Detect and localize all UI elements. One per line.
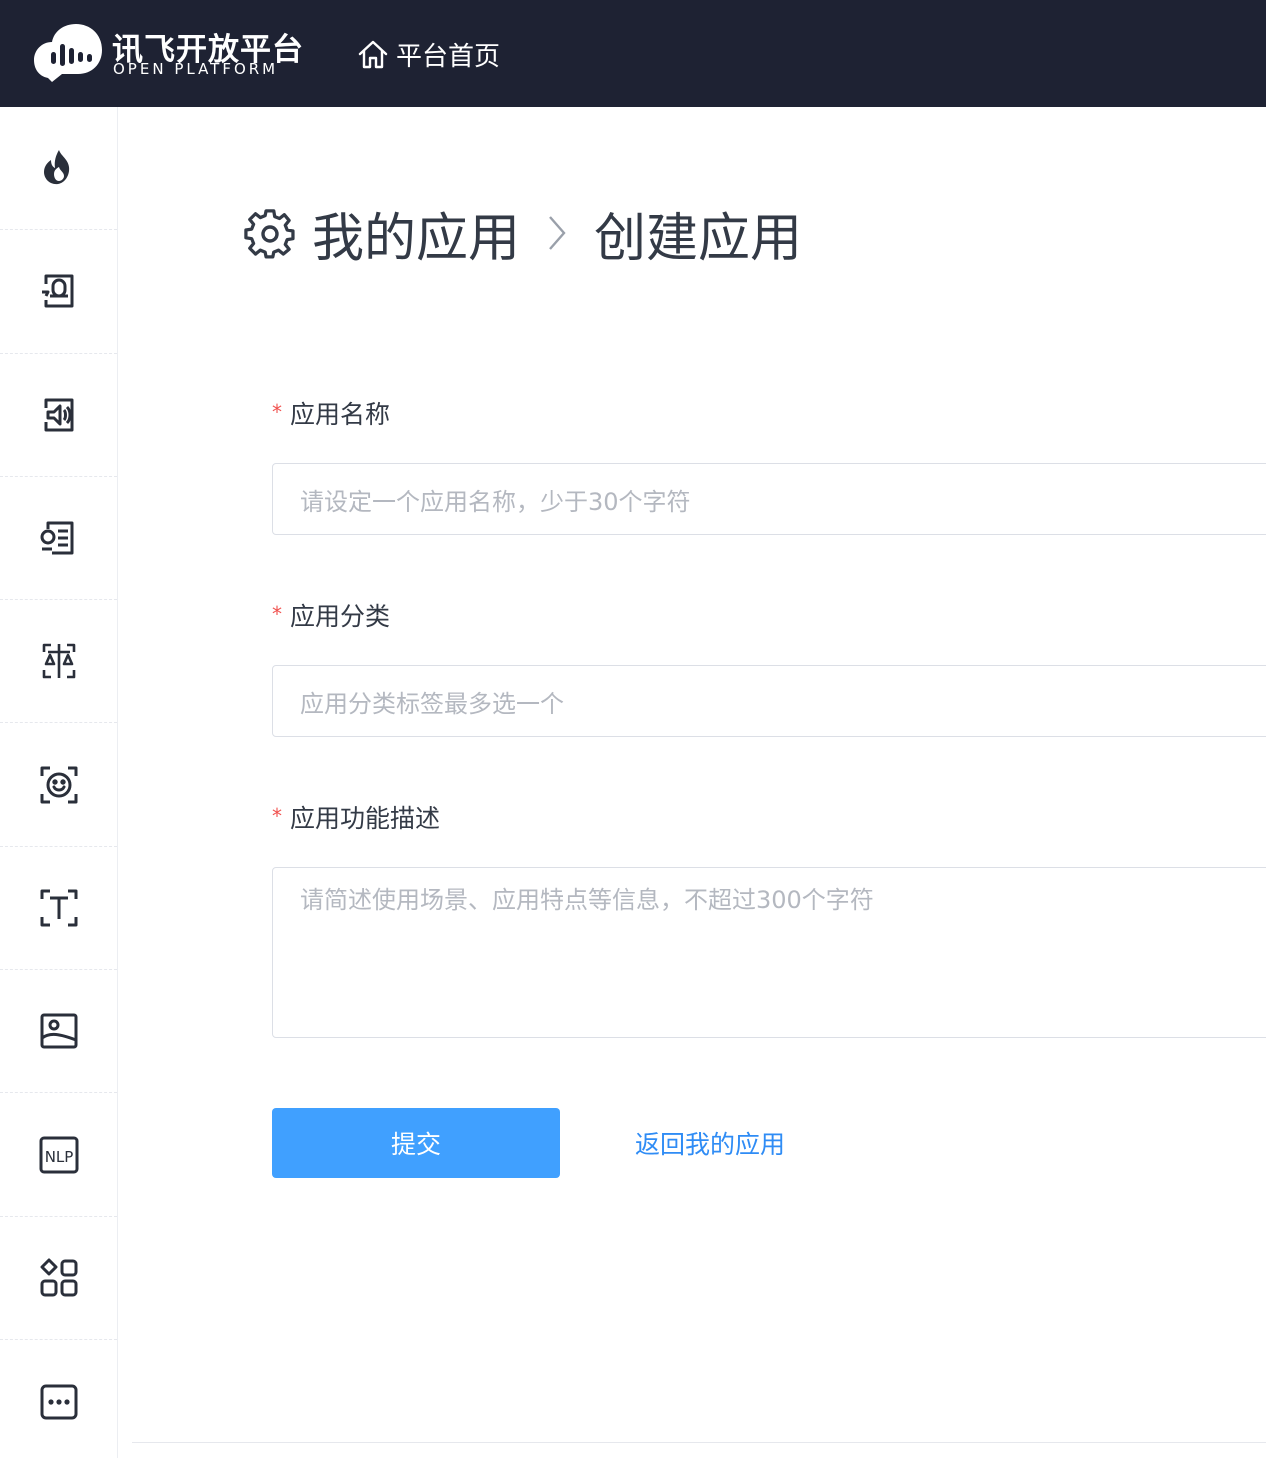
voice-text-icon [40, 521, 73, 555]
logo-cloud-icon [34, 24, 102, 82]
sidebar-item-nlp[interactable]: NLP [0, 1093, 117, 1217]
logo-subtitle: OPEN PLATFORM [113, 60, 279, 78]
back-to-my-apps-link[interactable]: 返回我的应用 [635, 1125, 785, 1161]
sidebar-item-speech-recognition[interactable] [0, 230, 117, 354]
app-name-placeholder: 请设定一个应用名称，少于30个字符 [300, 487, 691, 516]
translation-icon [42, 644, 75, 679]
breadcrumb: 我的应用 创建应用 [244, 203, 802, 269]
app-description-label-text: 应用功能描述 [290, 804, 441, 833]
sidebar-item-image[interactable] [0, 970, 117, 1094]
sidebar-item-more[interactable] [0, 1340, 117, 1463]
home-link[interactable]: 平台首页 [356, 34, 500, 74]
top-bar: 讯飞开放平台 OPEN PLATFORM 平台首页 [0, 0, 1266, 107]
sidebar-item-speech-synthesis[interactable] [0, 354, 117, 477]
app-category-placeholder: 应用分类标签最多选一个 [300, 689, 564, 718]
breadcrumb-parent[interactable]: 我的应用 [312, 196, 520, 271]
more-icon [40, 1384, 77, 1420]
apps-grid-icon [40, 1258, 77, 1297]
required-mark: * [272, 804, 282, 828]
home-icon [358, 40, 388, 69]
submit-button[interactable]: 提交 [272, 1108, 560, 1178]
nlp-icon-text: NLP [44, 1148, 73, 1166]
logo[interactable]: 讯飞开放平台 OPEN PLATFORM [34, 22, 304, 84]
app-name-label-text: 应用名称 [290, 400, 391, 429]
breadcrumb-current: 创建应用 [594, 208, 803, 269]
sidebar-item-face[interactable] [0, 723, 117, 847]
app-category-label-text: 应用分类 [290, 602, 391, 631]
chevron-right-icon [546, 213, 568, 253]
gear-icon [244, 209, 295, 259]
app-description-label: * 应用功能描述 [272, 799, 440, 835]
image-icon [40, 1013, 77, 1049]
text-recognition-icon [40, 889, 77, 927]
sidebar-item-voice-text[interactable] [0, 477, 117, 601]
flame-icon [43, 150, 69, 185]
required-mark: * [272, 400, 282, 424]
main-content: 我的应用 创建应用 * 应用名称 请设定一个应用名称，少于30个字符 * 应用分类 … [118, 107, 1266, 1458]
required-mark: * [272, 602, 282, 626]
sidebar-item-text-recognition[interactable] [0, 847, 117, 971]
home-link-label: 平台首页 [396, 41, 501, 72]
nlp-icon: NLP [39, 1136, 78, 1174]
sidebar-item-translation[interactable] [0, 600, 117, 724]
app-description-placeholder: 请简述使用场景、应用特点等信息，不超过300个字符 [300, 886, 874, 914]
speech-recognition-icon [41, 274, 73, 308]
face-recognition-icon [40, 766, 77, 804]
speech-synthesis-icon [44, 398, 73, 432]
sidebar-item-hot[interactable] [0, 107, 117, 231]
app-name-input[interactable]: 请设定一个应用名称，少于30个字符 [272, 463, 1266, 535]
divider [132, 1442, 1266, 1443]
sidebar-item-apps[interactable] [0, 1217, 117, 1340]
app-category-label: * 应用分类 [272, 597, 390, 633]
app-name-label: * 应用名称 [272, 395, 390, 431]
app-category-select[interactable]: 应用分类标签最多选一个 [272, 665, 1266, 737]
sidebar: NLP [0, 107, 118, 1458]
app-description-textarea[interactable]: 请简述使用场景、应用特点等信息，不超过300个字符 [272, 867, 1266, 1038]
